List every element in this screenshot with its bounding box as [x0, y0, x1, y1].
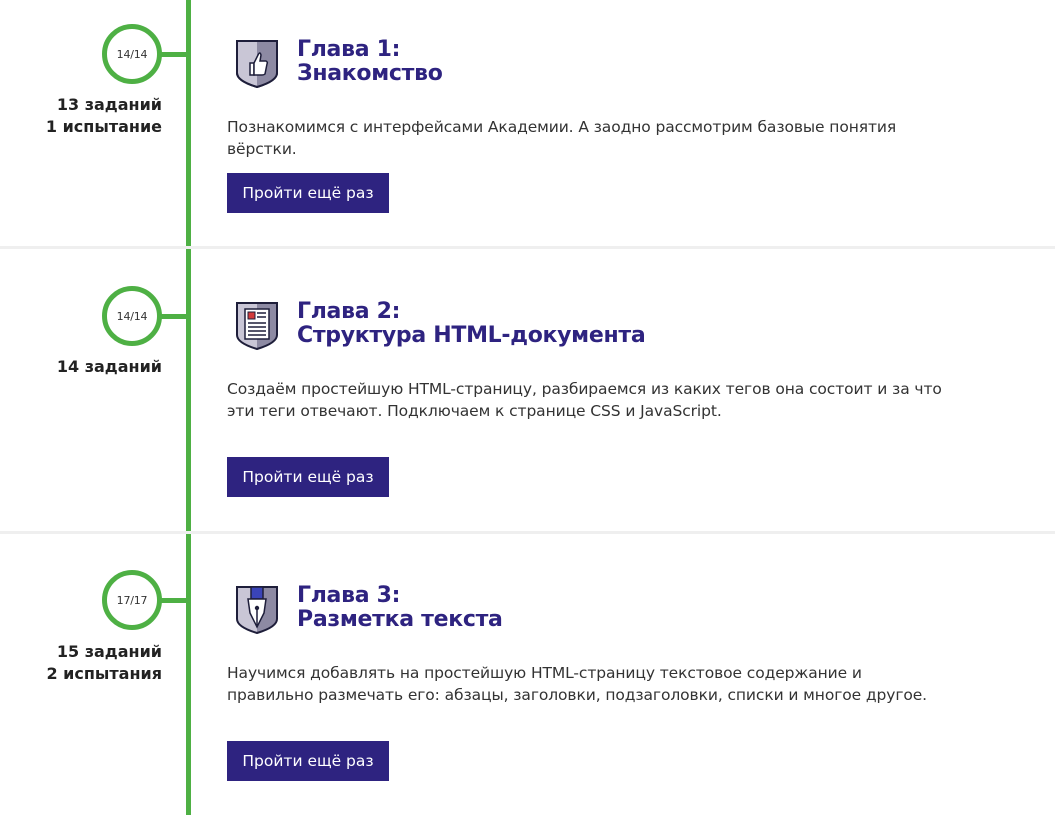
chapter-description: Научимся добавлять на простейшую HTML-ст…	[227, 664, 928, 704]
progress-circle: 14/14	[102, 24, 162, 84]
tasks-count: 14 заданий	[56, 357, 162, 376]
thumbs-up-icon	[234, 37, 280, 89]
chapter-title: Глава 2: Структура HTML-документа	[297, 299, 646, 348]
chapter-meta: 14 заданий	[57, 356, 162, 378]
chapter-title: Глава 3: Разметка текста	[297, 583, 503, 632]
timeline-connector	[160, 314, 188, 319]
tasks-count: 15 заданий	[56, 642, 162, 661]
chapter-description: Создаём простейшую HTML-страницу, разбир…	[227, 380, 942, 420]
chapter-2: 14/14 14 заданий Глава 2: Структура HTML…	[0, 249, 1055, 531]
progress-circle: 17/17	[102, 570, 162, 630]
retry-button[interactable]: Пройти ещё раз	[227, 741, 389, 781]
chapter-description: Познакомимся с интерфейсами Академии. А …	[227, 118, 897, 158]
trials-count: 1 испытание	[45, 117, 162, 136]
chapter-meta: 15 заданий 2 испытания	[46, 641, 162, 685]
course-timeline-page: 14/14 13 заданий 1 испытание Глава 1: Зн…	[0, 0, 1055, 815]
timeline-connector	[160, 52, 188, 57]
chapter-3: 17/17 15 заданий 2 испытания Глава 3: Ра…	[0, 534, 1055, 815]
chapter-meta: 13 заданий 1 испытание	[46, 94, 162, 138]
document-icon	[234, 299, 280, 351]
retry-button[interactable]: Пройти ещё раз	[227, 457, 389, 497]
progress-circle: 14/14	[102, 286, 162, 346]
timeline-connector	[160, 598, 188, 603]
retry-button[interactable]: Пройти ещё раз	[227, 173, 389, 213]
pen-nib-icon	[234, 583, 280, 635]
chapter-title: Глава 1: Знакомство	[297, 37, 443, 86]
chapter-1: 14/14 13 заданий 1 испытание Глава 1: Зн…	[0, 0, 1055, 248]
tasks-count: 13 заданий	[56, 95, 162, 114]
trials-count: 2 испытания	[46, 664, 162, 683]
